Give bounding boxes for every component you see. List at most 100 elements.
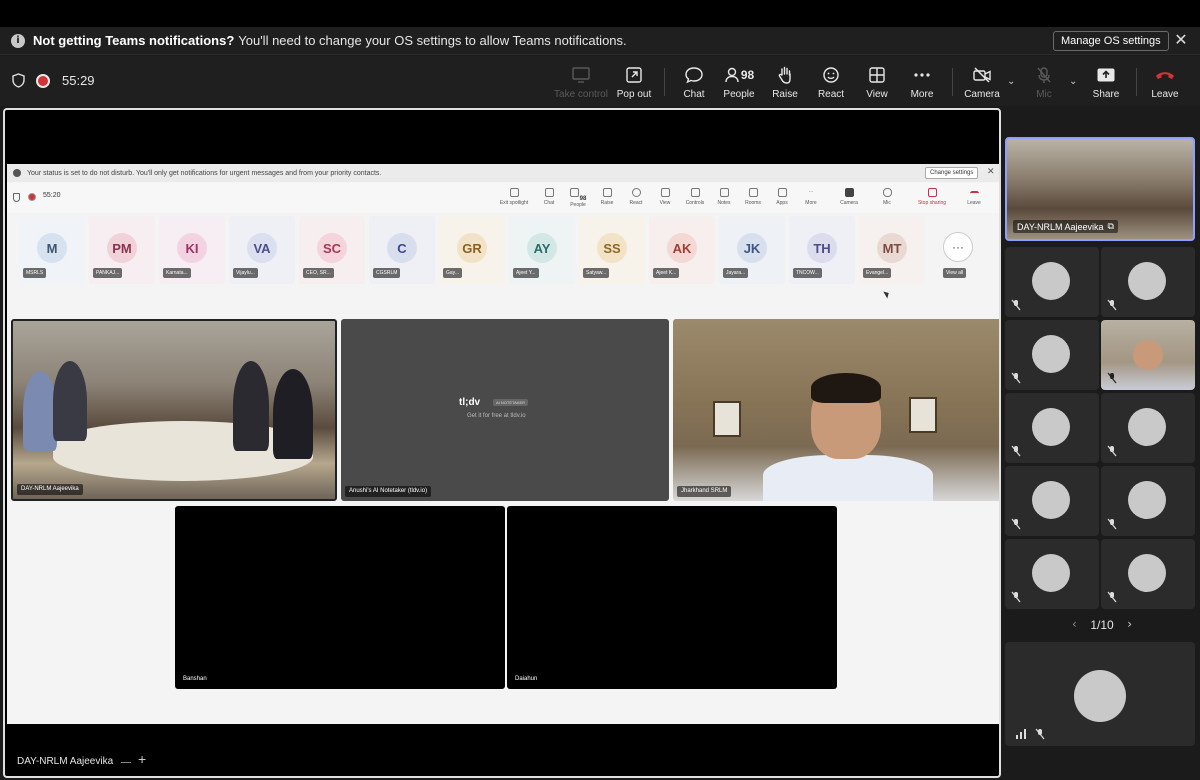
apps-icon [777,188,787,197]
gallery-pager: ‹ 1/10 › [1072,617,1132,632]
view-grid-icon [869,67,885,83]
participant-tile: SS Satyaw... [579,216,645,284]
avatar [1128,408,1166,446]
take-control-button[interactable]: Take control [553,64,609,104]
shared-dnd-banner: Your status is set to do not disturb. Yo… [7,164,999,182]
shared-mic: Mic [870,188,904,206]
pop-out-button[interactable]: Pop out [606,64,662,104]
chevron-right-icon[interactable]: › [1127,617,1132,631]
participant-tile[interactable] [1101,539,1195,609]
participant-tile: SC CEO, SR... [299,216,365,284]
participant-tile[interactable] [1005,247,1099,317]
controls-icon [690,188,700,197]
participant-tile[interactable] [1101,247,1195,317]
mic-options-chevron-icon[interactable]: ⌄ [1069,76,1077,87]
more-dots-icon: ··· [943,232,973,262]
shared-dnd-text: Your status is set to do not disturb. Yo… [27,169,382,177]
hang-up-phone-icon [1156,72,1174,79]
camera-off-icon [973,67,991,83]
shared-view: View [648,188,682,206]
participant-tile: C CGSRLM [369,216,435,284]
shield-icon[interactable] [12,73,25,88]
shared-participant-strip: M MSRLS PM PANKAJ... KI Karnata... VA Vijayl… [19,216,989,284]
raise-hand-icon [602,188,612,197]
more-dots-icon: … [808,188,814,194]
leave-button[interactable]: Leave [1137,64,1193,104]
spotlight-icon [509,188,519,197]
mic-off-icon [1011,372,1021,384]
shared-video-tile: DAY-NRLM Aajeevika [11,319,337,501]
avatar [1032,335,1070,373]
self-view-tile[interactable] [1005,642,1195,746]
mic-off-icon [1037,67,1051,83]
people-icon [725,67,739,83]
meeting-timer: 55:29 [62,73,95,88]
toolbar-divider [664,68,665,96]
shared-screen-stage[interactable]: Your status is set to do not disturb. Yo… [3,108,1001,778]
add-icon[interactable]: + [138,751,146,767]
participant-tile: AK Ajeet K... [649,216,715,284]
shared-stop-sharing: Stop sharing [915,188,949,206]
shared-exit-spotlight: Exit spotlight [497,188,531,206]
mic-off-icon [1107,445,1117,457]
shared-video-tile: tl;dv AI NOTETAKER Get it for free at tl… [341,319,669,501]
rooms-icon [748,188,758,197]
participant-tile: AY Ajeet Y... [509,216,575,284]
manage-os-settings-button[interactable]: Manage OS settings [1053,31,1169,51]
participant-tile[interactable] [1101,466,1195,536]
mic-button[interactable]: Mic [1016,64,1072,104]
participant-video-tile[interactable] [1101,320,1195,390]
camera-options-chevron-icon[interactable]: ⌄ [1007,76,1015,87]
share-icon [1097,68,1115,82]
participant-tile: M MSRLS [19,216,85,284]
mic-off-icon [1011,518,1021,530]
share-button[interactable]: Share [1078,64,1134,104]
avatar [1032,408,1070,446]
participant-tile[interactable] [1101,393,1195,463]
camera-button[interactable]: Camera [954,64,1010,104]
react-icon [823,67,839,83]
chat-icon [544,188,554,197]
participant-tile[interactable] [1005,393,1099,463]
meeting-toolbar: 55:29 Take control Pop out Chat 98 Peopl… [0,56,1200,106]
participant-tile[interactable] [1005,539,1099,609]
avatar [1032,262,1070,300]
info-icon [13,169,21,177]
shared-video-tile: Daiahun [507,506,837,689]
take-control-icon [572,67,590,83]
connection-signal-icon [1016,729,1026,739]
more-button[interactable]: More [894,64,950,104]
info-icon: i [11,33,25,48]
more-dots-icon [914,73,930,77]
pop-out-icon [626,67,642,83]
top-black-strip [0,0,1200,27]
avatar [1128,554,1166,592]
close-icon[interactable]: ✕ [1173,31,1189,51]
participant-face [1133,340,1163,370]
shared-video-tile: Jharkhand SRLM [673,319,999,501]
portrait-frame-image [713,401,741,437]
view-grid-icon [660,188,670,197]
mic-off-icon [1107,372,1117,384]
shared-leave: Leave [957,188,991,206]
shared-toolbar: 55:20 Exit spotlight Chat 98 People Raise… [7,183,999,213]
featured-participant-tile[interactable]: DAY-NRLM Aajeevika ⧉ [1005,137,1195,241]
mic-off-icon [1107,518,1117,530]
participant-tile[interactable] [1005,466,1099,536]
shared-teams-window: Your status is set to do not disturb. Yo… [7,164,999,724]
react-icon [631,188,641,197]
gallery-page-indicator: 1/10 [1090,618,1114,632]
chevron-left-icon[interactable]: ‹ [1072,617,1077,631]
participant-tile: TH TNCOW... [789,216,855,284]
participant-tile[interactable] [1005,320,1099,390]
mic-off-icon [1011,299,1021,311]
stage-presenter-label: DAY-NRLM Aajeevika [17,756,114,767]
recording-indicator-icon [36,74,50,88]
shared-camera: Camera [832,188,866,206]
avatar [1074,670,1126,722]
avatar [1128,481,1166,519]
people-icon [569,188,579,197]
avatar [1032,554,1070,592]
mic-off-icon [1011,445,1021,457]
shield-icon [13,193,20,202]
